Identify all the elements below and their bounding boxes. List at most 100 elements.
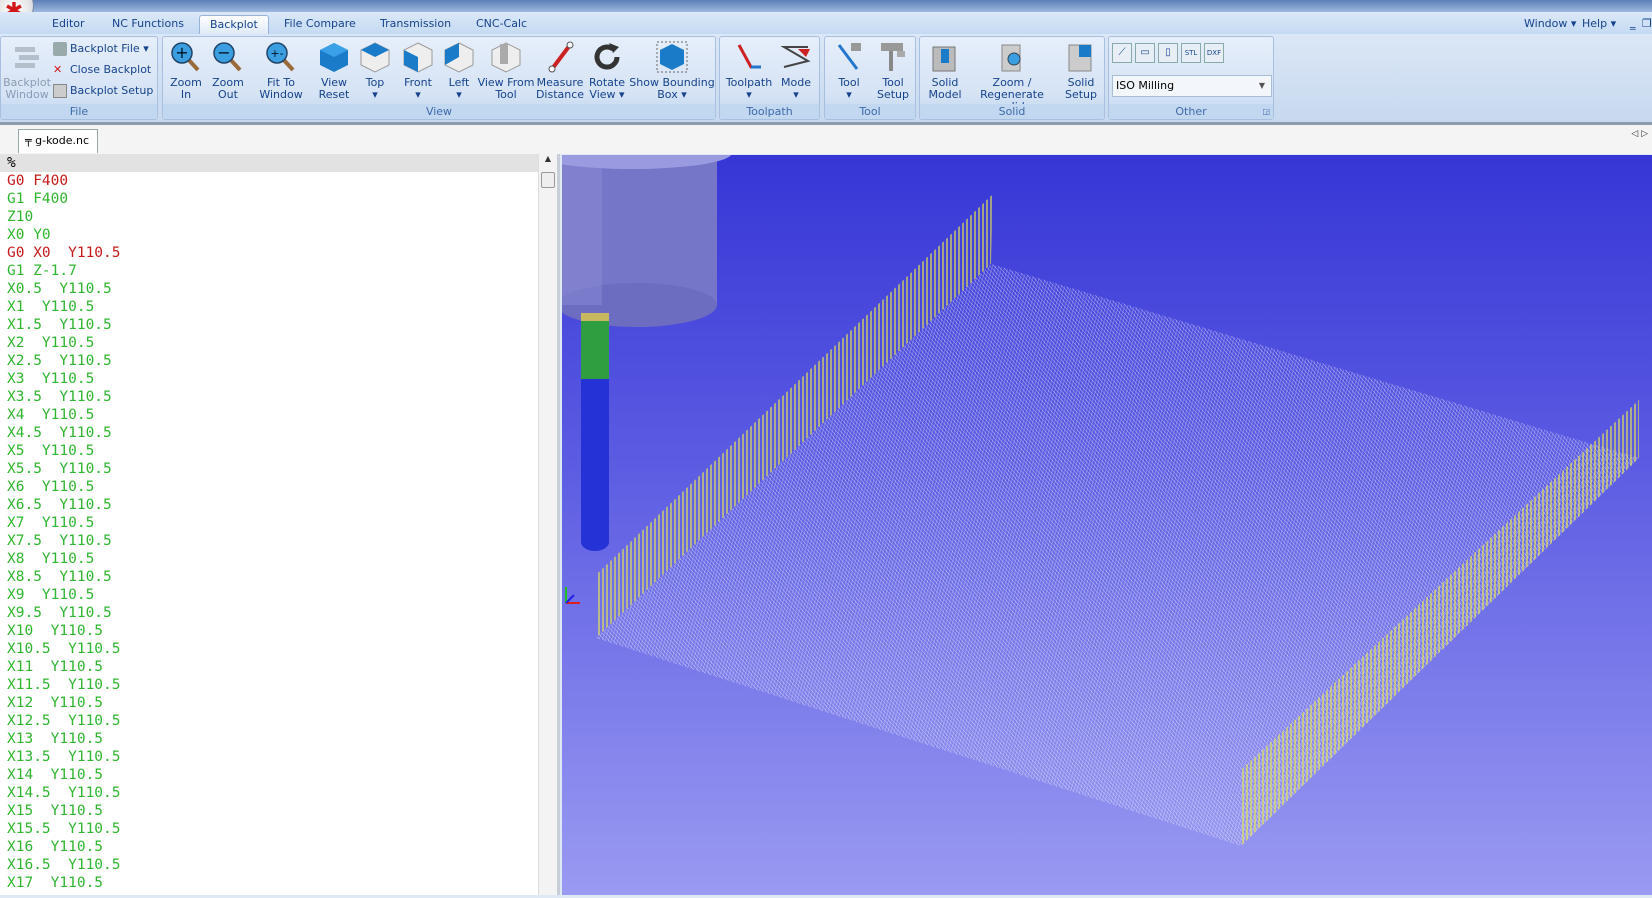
tab-transmission[interactable]: Transmission <box>370 15 461 35</box>
other-group: ⟋ ▭ ▯ STL DXF ISO Milling ▼ Other ◲ <box>1108 36 1274 120</box>
code-line[interactable]: G0 X0 Y110.5 <box>0 244 557 262</box>
backplot-setup-button[interactable]: Backplot Setup <box>53 81 153 101</box>
code-line[interactable]: G0 F400 <box>0 172 557 190</box>
restore-button[interactable]: ❐ <box>1642 15 1652 35</box>
code-line[interactable]: X13 Y110.5 <box>0 730 557 748</box>
code-line[interactable]: X7 Y110.5 <box>0 514 557 532</box>
code-line[interactable]: X5 Y110.5 <box>0 442 557 460</box>
show-bounding-box-button[interactable]: Show Bounding Box ▾ <box>629 41 715 101</box>
view-group: + Zoom In − Zoom Out +- Fit To Window View … <box>162 36 716 120</box>
dxf-icon[interactable]: DXF <box>1204 43 1224 63</box>
code-line[interactable]: X7.5 Y110.5 <box>0 532 557 550</box>
code-line[interactable]: X11 Y110.5 <box>0 658 557 676</box>
code-line[interactable]: X0.5 Y110.5 <box>0 280 557 298</box>
document-tab[interactable]: ╤ g-kode.nc <box>18 129 98 153</box>
page-icon[interactable]: ▯ <box>1158 43 1178 63</box>
backplot-3d-viewport[interactable] <box>532 137 1652 895</box>
code-line[interactable]: X4 Y110.5 <box>0 406 557 424</box>
code-line[interactable]: X9.5 Y110.5 <box>0 604 557 622</box>
code-line[interactable]: X16 Y110.5 <box>0 838 557 856</box>
code-lines: % G0 F400 G1 F400 Z10 X0 Y0 G0 X0 Y110.5 G1 Z-… <box>0 154 557 892</box>
code-line[interactable]: X3 Y110.5 <box>0 370 557 388</box>
window-menu[interactable]: Window ▾ <box>1524 15 1576 35</box>
rotate-icon <box>594 43 620 70</box>
tab-editor[interactable]: Editor <box>42 15 95 35</box>
left-view-button[interactable]: Left ▾ <box>441 41 477 101</box>
view-reset-button[interactable]: View Reset <box>313 41 355 101</box>
code-line[interactable]: X4.5 Y110.5 <box>0 424 557 442</box>
code-line[interactable]: X2 Y110.5 <box>0 334 557 352</box>
editor-scrollbar[interactable]: ▲ <box>538 154 557 895</box>
code-editor[interactable]: % G0 F400 G1 F400 Z10 X0 Y0 G0 X0 Y110.5 G1 Z-… <box>0 154 560 895</box>
solid-setup-button[interactable]: Solid Setup <box>1058 41 1104 101</box>
mode-label: Mode <box>781 76 811 89</box>
code-line[interactable]: X14.5 Y110.5 <box>0 784 557 802</box>
tab-backplot[interactable]: Backplot <box>199 15 269 35</box>
code-line[interactable]: X15.5 Y110.5 <box>0 820 557 838</box>
code-line[interactable]: X8 Y110.5 <box>0 550 557 568</box>
code-line[interactable]: X13.5 Y110.5 <box>0 748 557 766</box>
toolpath-button[interactable]: Toolpath ▾ <box>724 41 774 101</box>
minimize-button[interactable]: ‗ <box>1630 15 1636 35</box>
code-line[interactable]: X16.5 Y110.5 <box>0 856 557 874</box>
code-line[interactable]: X14 Y110.5 <box>0 766 557 784</box>
code-line[interactable]: X0 Y0 <box>0 226 557 244</box>
machine-mode-select[interactable]: ISO Milling ▼ <box>1112 75 1272 97</box>
show-bounding-box-label: Show Bounding Box <box>629 76 715 101</box>
code-line[interactable]: X2.5 Y110.5 <box>0 352 557 370</box>
scroll-up-arrow[interactable]: ▲ <box>539 154 557 163</box>
backplot-window-button[interactable]: Backplot Window <box>3 41 51 101</box>
tab-scroll-arrows[interactable]: ◁ ▷ <box>1631 129 1648 139</box>
view-from-tool-button[interactable]: View From Tool <box>477 41 535 101</box>
box-icon[interactable]: ▭ <box>1135 43 1155 63</box>
code-line[interactable]: X12.5 Y110.5 <box>0 712 557 730</box>
tab-cnc-calc[interactable]: CNC-Calc <box>466 15 537 35</box>
chevron-down-icon: ▼ <box>1258 81 1265 90</box>
code-line[interactable]: X8.5 Y110.5 <box>0 568 557 586</box>
top-view-button[interactable]: Top ▾ <box>357 41 393 101</box>
tab-nc-functions[interactable]: NC Functions <box>102 15 194 35</box>
zoom-regenerate-solid-button[interactable]: Zoom / Regenerate solid <box>966 41 1058 113</box>
tool-button[interactable]: Tool ▾ <box>829 41 869 101</box>
code-line[interactable]: X12 Y110.5 <box>0 694 557 712</box>
tab-file-compare[interactable]: File Compare <box>274 15 366 35</box>
code-line[interactable]: X15 Y110.5 <box>0 802 557 820</box>
code-line[interactable]: G1 F400 <box>0 190 557 208</box>
code-line[interactable]: % <box>0 154 557 172</box>
code-line[interactable]: G1 Z-1.7 <box>0 262 557 280</box>
backplot-setup-icon <box>53 84 67 98</box>
solid-model-button[interactable]: Solid Model <box>922 41 968 101</box>
code-line[interactable]: X11.5 Y110.5 <box>0 676 557 694</box>
code-line[interactable]: X9 Y110.5 <box>0 586 557 604</box>
backplot-file-label: Backplot File <box>70 42 140 55</box>
mode-button[interactable]: Mode ▾ <box>776 41 816 101</box>
code-line[interactable]: X1.5 Y110.5 <box>0 316 557 334</box>
stl-icon[interactable]: STL <box>1181 43 1201 63</box>
code-line[interactable]: X10 Y110.5 <box>0 622 557 640</box>
zoom-in-button[interactable]: + Zoom In <box>167 41 205 101</box>
solid-group-label: Solid <box>920 104 1104 119</box>
code-line[interactable]: X10.5 Y110.5 <box>0 640 557 658</box>
code-line[interactable]: X6 Y110.5 <box>0 478 557 496</box>
help-menu[interactable]: Help ▾ <box>1582 15 1616 35</box>
code-line[interactable]: X17 Y110.5 <box>0 874 557 892</box>
tool-setup-button[interactable]: Tool Setup <box>871 41 915 101</box>
close-backplot-button[interactable]: ✕ Close Backplot <box>53 60 151 80</box>
code-line[interactable]: X1 Y110.5 <box>0 298 557 316</box>
line-icon[interactable]: ⟋ <box>1112 43 1132 63</box>
zoom-out-button[interactable]: − Zoom Out <box>209 41 247 101</box>
code-line[interactable]: X6.5 Y110.5 <box>0 496 557 514</box>
backplot-file-button[interactable]: Backplot File ▾ <box>53 39 149 59</box>
rotate-view-button[interactable]: Rotate View ▾ <box>587 41 627 101</box>
measure-distance-button[interactable]: Measure Distance <box>535 41 585 101</box>
fit-to-window-button[interactable]: +- Fit To Window <box>251 41 311 101</box>
fit-to-window-label: Fit To Window <box>259 76 303 101</box>
top-view-icon <box>360 42 390 73</box>
code-line[interactable]: Z10 <box>0 208 557 226</box>
scrollbar-thumb[interactable] <box>541 172 555 188</box>
front-view-button[interactable]: Front ▾ <box>397 41 439 101</box>
code-line[interactable]: X5.5 Y110.5 <box>0 460 557 478</box>
code-line[interactable]: X3.5 Y110.5 <box>0 388 557 406</box>
dialog-launcher-icon[interactable]: ◲ <box>1262 104 1270 119</box>
tool-label: Tool <box>838 76 860 89</box>
